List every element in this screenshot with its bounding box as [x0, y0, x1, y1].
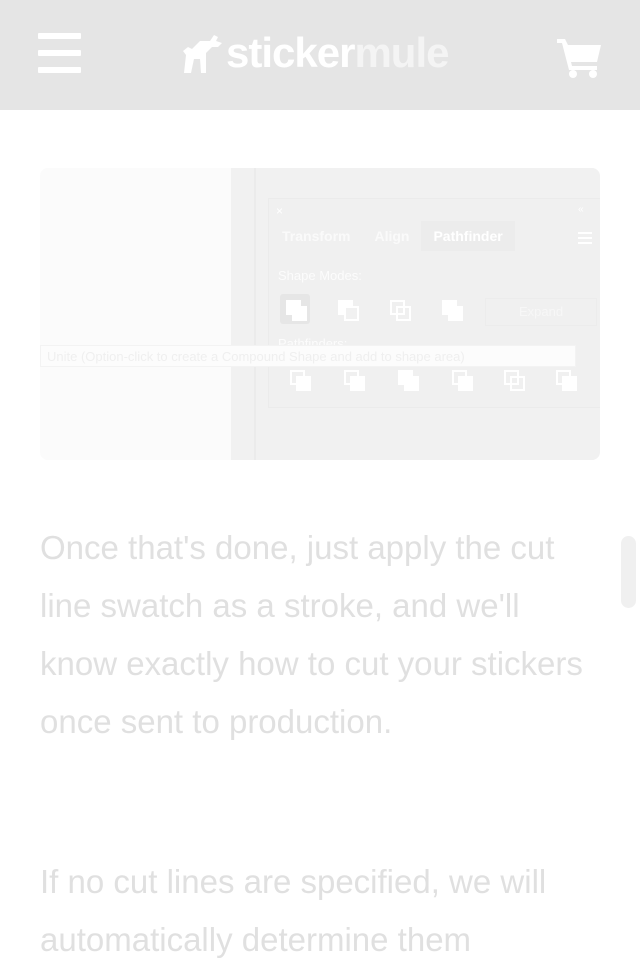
article-paragraph: If no cut lines are specified, we will a…	[40, 863, 547, 958]
close-icon: ×	[276, 204, 284, 218]
hamburger-menu-icon[interactable]	[38, 33, 81, 73]
brand-name-sticker: sticker	[226, 29, 355, 76]
unite-shape-icon	[280, 294, 310, 324]
tab-transform: Transform	[282, 228, 351, 244]
minus-front-shape-icon	[332, 294, 362, 324]
divide-shape-icon	[286, 366, 316, 396]
unite-tooltip: Unite (Option-click to create a Compound…	[40, 345, 576, 367]
tab-align: Align	[374, 228, 410, 244]
brand-name-mule: mule	[354, 29, 449, 76]
tab-pathfinder: Pathfinder	[421, 221, 515, 251]
expand-button: Expand	[485, 298, 597, 326]
crop-shape-icon	[448, 366, 478, 396]
mule-logo-icon	[183, 35, 222, 73]
trim-shape-icon	[340, 366, 370, 396]
article-paragraph: Once that's done, just apply the cut lin…	[40, 529, 583, 740]
pathfinder-screenshot: × ‹‹ Transform Align Pathfinder Shape Mo…	[40, 168, 600, 460]
collapse-icon: ‹‹	[578, 204, 584, 215]
outline-shape-icon	[500, 366, 530, 396]
minus-back-shape-icon	[552, 366, 582, 396]
panel-tabs: Transform Align Pathfinder	[270, 221, 515, 251]
intersect-shape-icon	[384, 294, 414, 324]
panel-menu-icon	[578, 232, 592, 247]
brand-logo[interactable]: sticker mule	[180, 29, 449, 76]
site-header: sticker mule	[0, 0, 640, 110]
scrollbar-thumb[interactable]	[621, 536, 636, 608]
merge-shape-icon	[394, 366, 424, 396]
shape-modes-label: Shape Modes:	[278, 268, 362, 283]
exclude-shape-icon	[436, 294, 466, 324]
shopping-cart-icon[interactable]	[557, 36, 603, 78]
